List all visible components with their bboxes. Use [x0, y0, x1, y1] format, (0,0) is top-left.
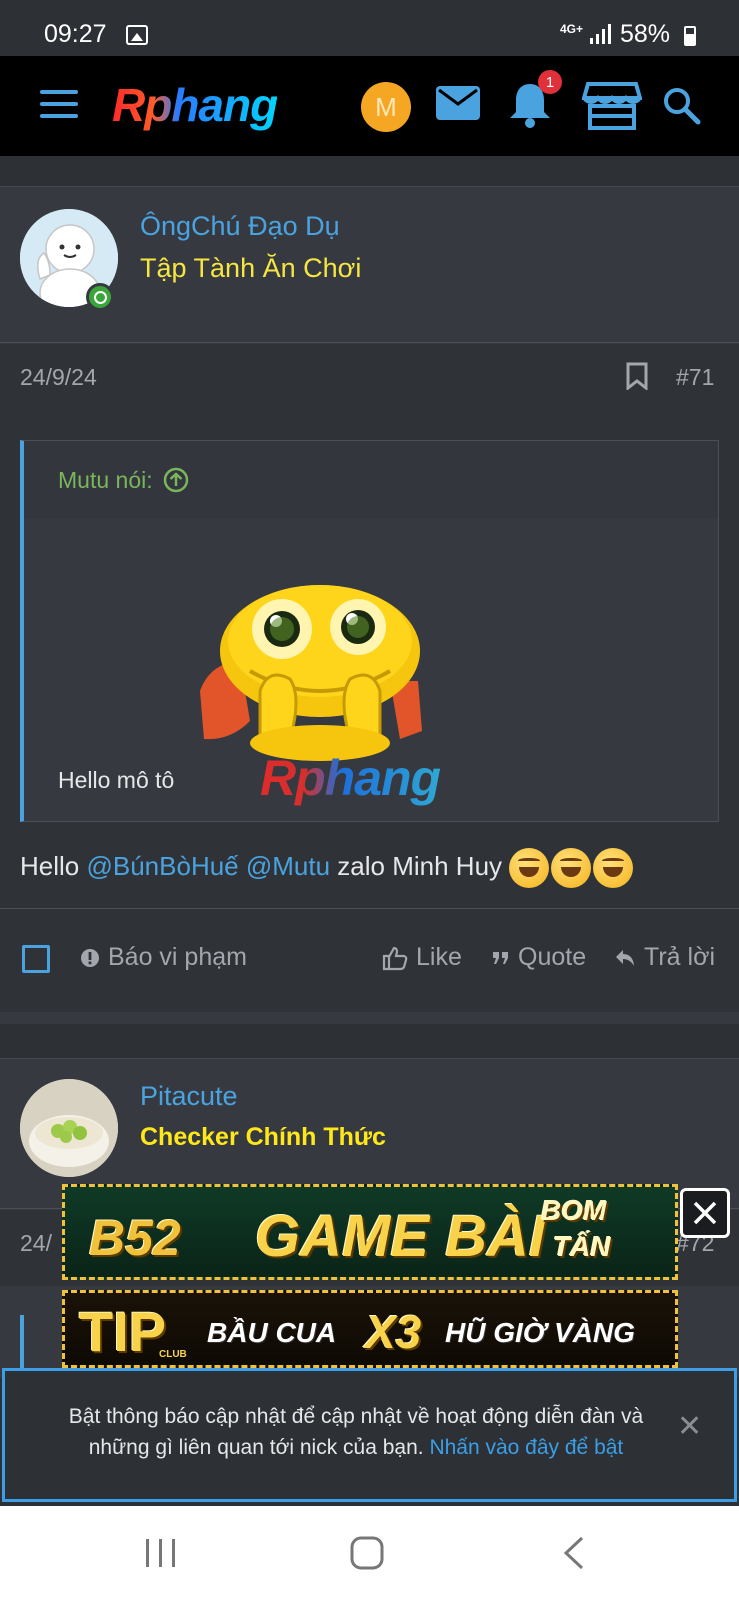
site-logo[interactable]: Rphang: [112, 78, 278, 132]
ad-side-text: BOM: [541, 1195, 607, 1226]
reply-button[interactable]: Trả lời: [614, 943, 715, 972]
emoji-group: [509, 848, 635, 888]
ad-brand: B52: [89, 1210, 181, 1266]
quote-button[interactable]: Quote: [492, 943, 586, 972]
avatar-image: [20, 1079, 118, 1177]
avatar[interactable]: [20, 1079, 118, 1177]
online-status-icon: [86, 283, 114, 311]
quote-label: Quote: [518, 943, 587, 971]
back-icon[interactable]: [562, 1536, 586, 1570]
reply-icon: [616, 949, 634, 966]
signal-icon: [590, 24, 612, 44]
push-notification-banner: Bật thông báo cập nhật để cập nhật về ho…: [2, 1368, 737, 1502]
post-number[interactable]: #71: [676, 364, 714, 391]
quote-icon: [493, 951, 508, 964]
close-icon[interactable]: ✕: [677, 1409, 702, 1444]
close-icon: [693, 1201, 717, 1225]
menu-icon[interactable]: [40, 90, 78, 120]
user-title: Tập Tành Ăn Chơi: [140, 253, 362, 283]
ad-banner-tip[interactable]: TIP CLUB BẦU CUA X3 HŨ GIỜ VÀNG: [62, 1290, 678, 1368]
laughing-emoji-icon: [551, 848, 592, 888]
battery-percent: 58%: [620, 20, 671, 48]
home-icon[interactable]: [350, 1536, 384, 1570]
post-message: Hello @BúnBòHuế @Mutu zalo Minh Huy: [20, 848, 635, 888]
forum-post: ÔngChú Đạo Dụ Tập Tành Ăn Chơi 24/9/24 #…: [0, 186, 739, 1024]
recent-apps-icon[interactable]: [144, 1536, 178, 1570]
status-bar: 09:27 4G+ 58%: [0, 0, 739, 56]
store-icon[interactable]: [582, 80, 642, 132]
like-label: Like: [416, 943, 462, 971]
status-time: 09:27: [44, 20, 107, 48]
android-navigation-bar: [0, 1506, 739, 1600]
gallery-notification-icon: [126, 25, 148, 45]
enable-notifications-link[interactable]: Nhấn vào đây để bật: [429, 1436, 623, 1459]
ad-headline: GAME BÀI: [255, 1204, 545, 1269]
mail-icon[interactable]: [436, 86, 480, 120]
message-space: [239, 851, 246, 881]
quote-author-label: Mutu nói:: [58, 467, 153, 493]
alert-icon: [81, 948, 99, 967]
ad-text: BẦU CUA: [207, 1317, 337, 1348]
mention-link[interactable]: @BúnBòHuế: [86, 851, 238, 881]
thumbs-up-icon: [382, 946, 408, 970]
network-type: 4G+: [560, 22, 584, 36]
post-author-name[interactable]: Pitacute: [140, 1081, 238, 1112]
quote-block: Mutu nói: Hello mô tô Rphang: [20, 440, 719, 822]
quote-content: Hello mô tô Rphang: [24, 519, 718, 821]
quote-author[interactable]: Mutu nói:: [58, 467, 189, 494]
bookmark-icon[interactable]: [626, 362, 648, 390]
post-meta: 24/9/24 #71: [0, 344, 739, 420]
report-button[interactable]: Báo vi phạm: [80, 943, 247, 972]
ad-side-text: TẤN: [553, 1231, 611, 1262]
like-button[interactable]: Like: [382, 943, 462, 972]
user-avatar-button[interactable]: M: [361, 82, 411, 132]
laughing-emoji-icon: [593, 848, 634, 888]
report-label: Báo vi phạm: [108, 943, 247, 971]
notice-text: Bật thông báo cập nhật để cập nhật về ho…: [41, 1401, 671, 1463]
battery-icon: [684, 26, 696, 46]
ad-text: X3: [365, 1306, 422, 1358]
user-title: Checker Chính Thức: [140, 1123, 386, 1151]
post-actions: Báo vi phạm Like Quote Trả lời: [0, 908, 739, 1012]
mention-link[interactable]: @Mutu: [246, 851, 330, 881]
close-ad-button[interactable]: [680, 1188, 730, 1238]
top-navigation: Rphang M 1: [0, 56, 739, 156]
crying-frog-sticker: [200, 585, 422, 761]
quote-header: Mutu nói:: [24, 441, 718, 519]
select-post-checkbox[interactable]: [22, 945, 50, 973]
laughing-emoji-icon: [509, 848, 550, 888]
ad-brand-sub: CLUB: [159, 1349, 187, 1360]
post-date[interactable]: 24/: [20, 1230, 52, 1257]
message-text: zalo Minh Huy: [330, 850, 503, 881]
post-body: Mutu nói: Hello mô tô Rphang Hello @BúnB…: [0, 420, 739, 908]
ad-text: HŨ GIỜ VÀNG: [445, 1317, 635, 1348]
quote-text: Hello mô tô: [58, 767, 175, 793]
message-text: Hello: [20, 850, 87, 881]
search-icon[interactable]: [662, 86, 702, 126]
ad-brand: TIP: [79, 1300, 167, 1363]
post-author-name[interactable]: ÔngChú Đạo Dụ: [140, 211, 340, 242]
logo-watermark: Rphang: [260, 750, 441, 806]
notification-badge: 1: [538, 70, 562, 94]
post-date[interactable]: 24/9/24: [20, 364, 97, 391]
post-user-header: ÔngChú Đạo Dụ Tập Tành Ăn Chơi: [0, 187, 739, 343]
ad-banner-b52[interactable]: B52 GAME BÀI BOM TẤN: [62, 1184, 678, 1280]
reply-label: Trả lời: [644, 943, 716, 971]
go-to-quote-icon[interactable]: [163, 467, 189, 493]
